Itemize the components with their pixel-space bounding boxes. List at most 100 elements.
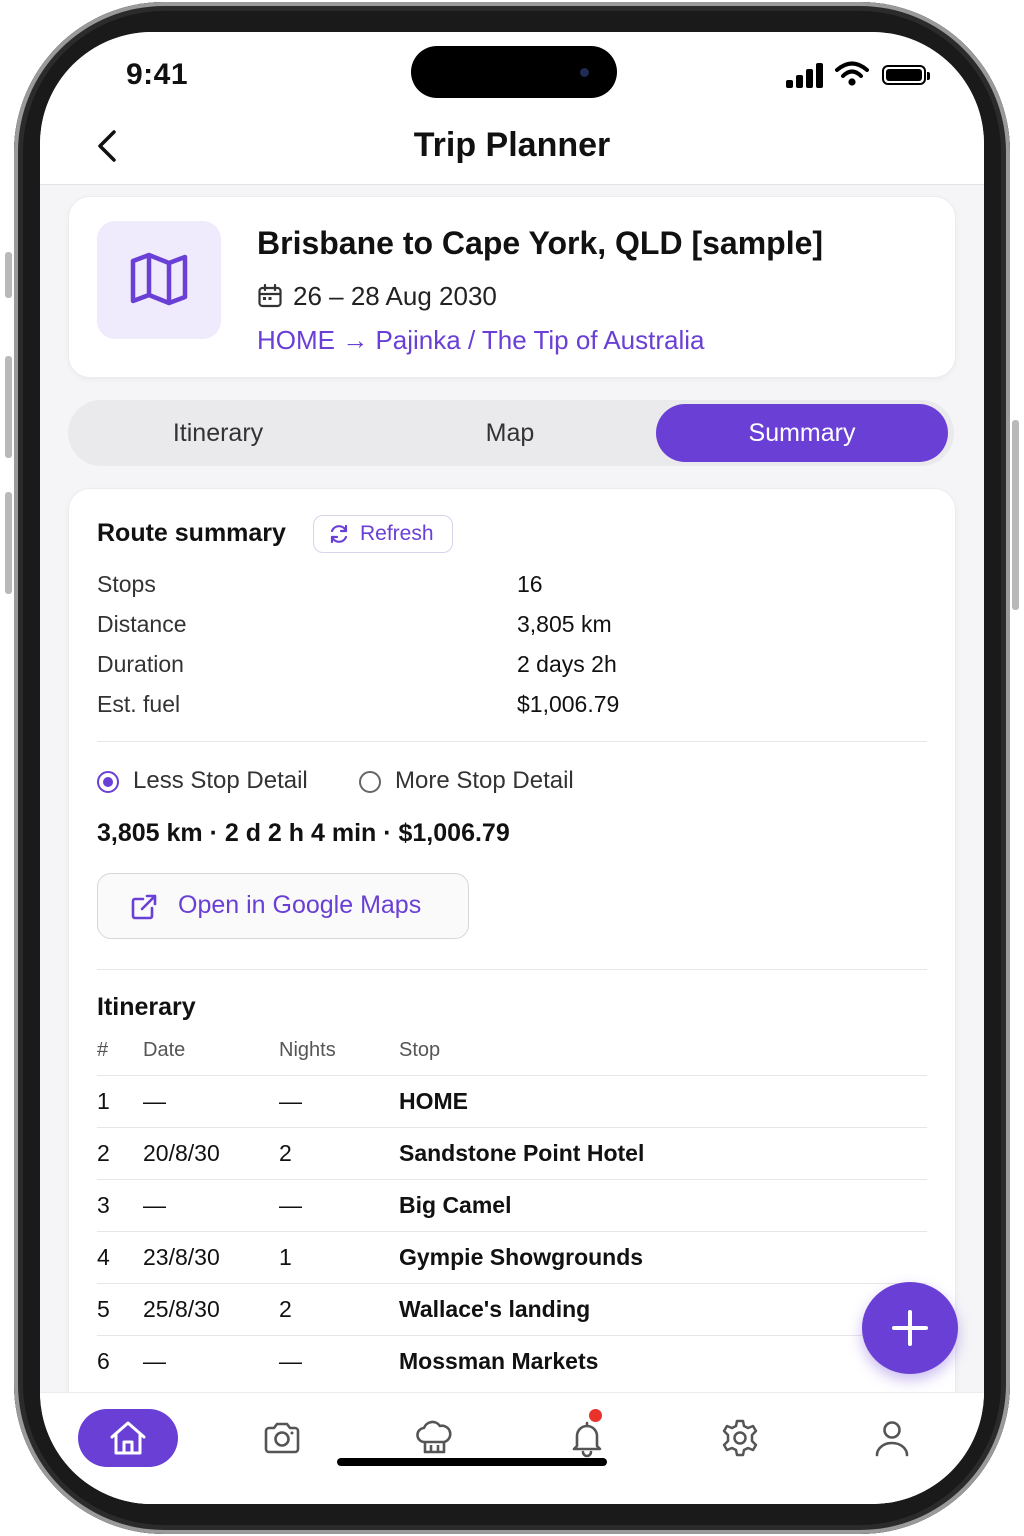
divider <box>97 969 927 970</box>
home-icon <box>110 1421 146 1455</box>
radio-label: More Stop Detail <box>395 767 574 794</box>
summary-row-stops: Stops 16 <box>97 571 927 598</box>
volume-down-button <box>5 492 12 594</box>
row-date: — <box>143 1088 166 1114</box>
camera-icon <box>264 1422 300 1454</box>
open-google-maps-label: Open in Google Maps <box>178 891 422 919</box>
summary-label: Stops <box>97 571 156 597</box>
radio-less-stop-detail[interactable]: Less Stop Detail <box>97 767 308 795</box>
tab-profile[interactable] <box>842 1409 942 1467</box>
column-header-stop: Stop <box>399 1039 441 1061</box>
row-nights: 2 <box>279 1140 292 1166</box>
summary-value: 2 days 2h <box>517 651 617 677</box>
column-header-nights: Nights <box>279 1039 336 1061</box>
summary-row-duration: Duration 2 days 2h <box>97 651 927 678</box>
add-stop-button[interactable] <box>862 1282 958 1374</box>
summary-label: Distance <box>97 611 187 637</box>
map-icon <box>130 252 188 306</box>
row-number: 5 <box>97 1296 110 1322</box>
summary-value: 16 <box>517 571 543 597</box>
bottom-tab-bar <box>40 1392 984 1504</box>
row-date: 20/8/30 <box>143 1140 220 1166</box>
trip-date-range: 26 – 28 Aug 2030 <box>293 281 497 311</box>
status-time: 9:41 <box>126 58 189 91</box>
route-summary-title: Route summary <box>97 519 286 547</box>
row-stop: HOME <box>399 1088 468 1114</box>
row-date: 25/8/30 <box>143 1296 220 1322</box>
summary-row-fuel: Est. fuel $1,006.79 <box>97 691 927 718</box>
screen: 9:41 Trip Planner Brisbane to Cape York,… <box>40 32 984 1504</box>
refresh-button[interactable]: Refresh <box>313 515 453 553</box>
tab-home[interactable] <box>78 1409 178 1467</box>
trip-thumbnail <box>97 221 221 339</box>
row-date: — <box>143 1192 166 1218</box>
table-row[interactable]: 3 — — Big Camel <box>97 1179 927 1232</box>
tab-map[interactable]: Map <box>364 404 656 462</box>
row-nights: — <box>279 1192 302 1218</box>
row-stop: Wallace's landing <box>399 1296 591 1322</box>
route-totals: 3,805 km · 2 d 2 h 4 min · $1,006.79 <box>97 819 510 847</box>
row-number: 2 <box>97 1140 110 1166</box>
bell-icon <box>572 1421 602 1458</box>
home-indicator[interactable] <box>337 1458 607 1466</box>
radio-selected-icon <box>97 771 119 793</box>
radio-label: Less Stop Detail <box>133 767 308 794</box>
row-nights: 2 <box>279 1296 292 1322</box>
trip-card[interactable]: Brisbane to Cape York, QLD [sample] 26 –… <box>68 196 956 378</box>
power-button <box>1012 420 1019 610</box>
row-number: 3 <box>97 1192 110 1218</box>
radio-unselected-icon <box>359 771 381 793</box>
divider <box>97 741 927 742</box>
row-date: — <box>143 1348 166 1374</box>
row-nights: — <box>279 1088 302 1114</box>
tab-summary[interactable]: Summary <box>656 404 948 462</box>
table-row[interactable]: 6 — — Mossman Markets <box>97 1335 927 1388</box>
mute-switch <box>5 252 12 298</box>
column-header-date: Date <box>143 1039 186 1061</box>
summary-label: Est. fuel <box>97 691 181 717</box>
summary-label: Duration <box>97 651 184 677</box>
camera-lens <box>580 68 589 77</box>
row-number: 4 <box>97 1244 110 1270</box>
radio-more-stop-detail[interactable]: More Stop Detail <box>359 767 574 795</box>
summary-card: Route summary Refresh Stops 16 Distance 3,… <box>68 488 956 1504</box>
nav-bar: Trip Planner <box>40 112 984 185</box>
trip-title: Brisbane to Cape York, QLD [sample] <box>257 225 824 261</box>
plus-icon <box>892 1310 928 1346</box>
open-google-maps-button[interactable]: Open in Google Maps <box>97 873 469 939</box>
row-number: 6 <box>97 1348 110 1374</box>
table-row[interactable]: 4 23/8/30 1 Gympie Showgrounds <box>97 1231 927 1284</box>
gear-icon <box>722 1419 758 1457</box>
row-nights: 1 <box>279 1244 292 1270</box>
trip-dates: 26 – 28 Aug 2030 <box>257 281 497 312</box>
tab-camera[interactable] <box>232 1409 332 1467</box>
refresh-icon <box>330 524 348 544</box>
trip-route: HOME → Pajinka / The Tip of Australia <box>257 325 705 355</box>
battery-icon <box>882 65 930 85</box>
summary-row-distance: Distance 3,805 km <box>97 611 927 638</box>
table-row[interactable]: 2 20/8/30 2 Sandstone Point Hotel <box>97 1127 927 1180</box>
row-number: 1 <box>97 1088 110 1114</box>
refresh-label: Refresh <box>360 522 434 545</box>
volume-up-button <box>5 356 12 458</box>
calendar-icon <box>258 283 282 308</box>
page-title: Trip Planner <box>413 126 611 164</box>
external-link-icon <box>131 894 157 920</box>
tab-settings[interactable] <box>690 1409 790 1467</box>
dynamic-island <box>411 46 617 98</box>
signal-icon <box>786 62 824 88</box>
row-nights: — <box>279 1348 302 1374</box>
summary-value: $1,006.79 <box>517 691 620 717</box>
itinerary-title: Itinerary <box>97 993 196 1021</box>
column-header-number: # <box>97 1039 109 1061</box>
user-icon <box>875 1421 909 1457</box>
tab-itinerary[interactable]: Itinerary <box>72 404 364 462</box>
table-row[interactable]: 5 25/8/30 2 Wallace's landing <box>97 1283 927 1336</box>
summary-value: 3,805 km <box>517 611 612 637</box>
row-stop: Gympie Showgrounds <box>399 1244 644 1270</box>
row-stop: Sandstone Point Hotel <box>399 1140 645 1166</box>
view-tabs: Itinerary Map Summary <box>68 400 954 466</box>
chef-hat-icon <box>416 1420 452 1454</box>
status-bar: 9:41 <box>40 32 984 112</box>
table-row[interactable]: 1 — — HOME <box>97 1075 927 1128</box>
